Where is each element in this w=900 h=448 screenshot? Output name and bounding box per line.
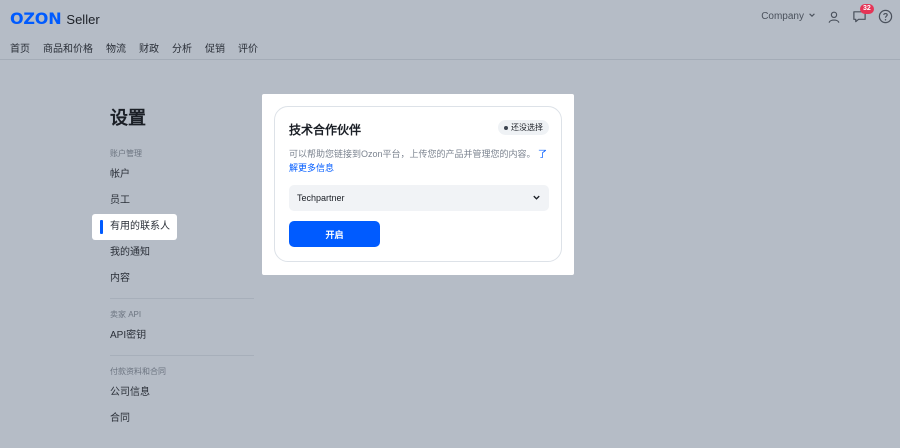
enable-button[interactable]: 开启 [289,221,380,247]
sidebar-item-content[interactable]: 内容 [92,266,254,292]
nav-item-promotions[interactable]: 促销 [205,40,225,55]
sidebar-item-api-keys[interactable]: API密钥 [92,323,254,349]
nav-item-logistics[interactable]: 物流 [106,40,126,55]
chevron-down-icon [808,11,816,22]
sidebar-item-account[interactable]: 帐户 [92,162,254,188]
header-divider [0,59,900,60]
nav-item-analytics[interactable]: 分析 [172,40,192,55]
tech-partner-modal: 技术合作伙伴 还没选择 可以帮助您链接到Ozon平台，上传您的产品并管理您的内容… [262,94,574,275]
nav-item-reviews[interactable]: 评价 [238,40,258,55]
sidebar-item-notifications[interactable]: 我的通知 [92,240,254,266]
group-label-payment: 付款资料和合同 [110,367,166,376]
dot-icon [504,125,508,130]
group-label-seller-api: 卖家 API [110,310,142,319]
header-actions: Company 32 [761,4,894,25]
sidebar-item-contracts[interactable]: 合同 [92,406,254,432]
tech-partner-card: 技术合作伙伴 还没选择 可以帮助您链接到Ozon平台，上传您的产品并管理您的内容… [274,106,562,262]
partner-select[interactable]: Techpartner [289,185,549,211]
card-title: 技术合作伙伴 [289,123,362,137]
chat-icon[interactable]: 32 [851,4,874,25]
company-label: Company [761,11,804,22]
page-title: 设置 [110,108,146,128]
help-icon[interactable] [877,8,894,25]
user-icon[interactable] [825,8,842,25]
status-chip[interactable]: 还没选择 [498,120,549,135]
description-text: 可以帮助您链接到Ozon平台，上传您的产品并管理您的内容。 [289,149,536,159]
partner-select-value: Techpartner [297,193,345,203]
status-chip-label: 还没选择 [511,123,543,132]
sidebar-divider [110,355,254,356]
company-switcher[interactable]: Company [761,11,816,22]
card-description: 可以帮助您链接到Ozon平台，上传您的产品并管理您的内容。 了解更多信息 [289,147,551,175]
notifications-badge: 32 [860,4,874,14]
settings-sidebar: 账户管理 帐户 员工 有用的联系人 我的通知 内容 卖家 API API密钥 付… [92,146,254,432]
nav-item-finance[interactable]: 财政 [139,40,159,55]
logo-suffix: Seller [66,12,100,27]
sidebar-divider [110,298,254,299]
sidebar-item-employees[interactable]: 员工 [92,188,254,214]
nav-item-home[interactable]: 首页 [10,40,30,55]
logo-mark: OZON [10,9,62,28]
sidebar-item-useful-contacts[interactable]: 有用的联系人 [92,214,177,240]
ozon-seller-logo[interactable]: OZON Seller [10,9,100,28]
main-nav: 首页 商品和价格 物流 财政 分析 促销 评价 [10,40,258,55]
nav-item-products-prices[interactable]: 商品和价格 [43,40,93,55]
top-header: OZON Seller 首页 商品和价格 物流 财政 分析 促销 评价 Comp… [0,0,900,60]
sidebar-item-company-info[interactable]: 公司信息 [92,380,254,406]
group-label-account: 账户管理 [110,149,142,158]
chevron-down-icon [532,189,541,207]
